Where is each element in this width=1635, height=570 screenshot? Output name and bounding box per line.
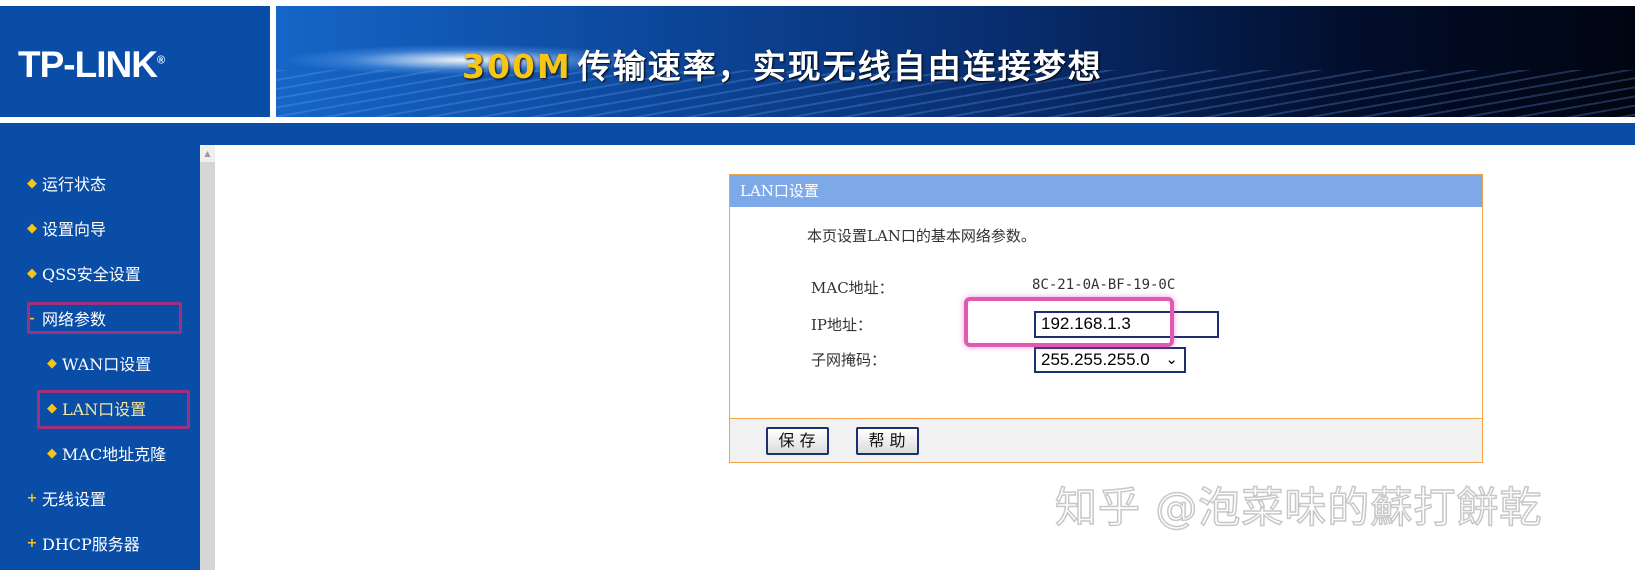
highlight-box-lan <box>37 390 190 429</box>
mac-value: 8C-21-0A-BF-19-0C <box>1032 277 1176 293</box>
sidebar-item-dhcp[interactable]: + DHCP服务器 <box>26 528 140 558</box>
slogan-text: 传输速率，实现无线自由连接梦想 <box>577 47 1103 86</box>
ip-label: IP地址： <box>811 316 873 334</box>
scroll-up-arrow-icon[interactable]: ▲ <box>200 145 215 162</box>
sidebar-item-label: 无线设置 <box>42 490 107 509</box>
subnet-mask-select[interactable]: 255.255.255.0 ⌄ <box>1034 347 1186 373</box>
panel-footer: 保存 帮助 <box>730 418 1482 462</box>
sidebar-scrollbar[interactable] <box>200 145 215 570</box>
header-strip <box>0 123 1635 145</box>
highlight-box-network <box>27 302 182 334</box>
bullet-icon: ◆ <box>27 265 37 281</box>
bullet-icon: ◆ <box>27 220 37 236</box>
logo-text: TP-LINK <box>18 44 158 85</box>
sidebar-item-wireless[interactable]: + 无线设置 <box>26 483 106 513</box>
plus-icon: + <box>26 490 38 506</box>
sidebar-item-label: 设置向导 <box>42 220 107 239</box>
sidebar-item-wizard[interactable]: ◆ 设置向导 <box>26 213 106 243</box>
sidebar-item-label: QSS安全设置 <box>42 265 141 284</box>
watermark: 知乎 @泡菜味的蘇打餅乾 <box>1054 482 1543 533</box>
subnet-mask-label: 子网掩码： <box>811 351 887 369</box>
sidebar: ◆ 运行状态 ◆ 设置向导 ◆ QSS安全设置 - 网络参数 ◆ WAN口设置 … <box>0 145 200 570</box>
chevron-down-icon: ⌄ <box>1165 351 1178 368</box>
sidebar-item-mac-clone[interactable]: ◆ MAC地址克隆 <box>46 438 166 468</box>
bullet-icon: ◆ <box>47 445 57 461</box>
panel-description: 本页设置LAN口的基本网络参数。 <box>807 227 1036 245</box>
sidebar-item-status[interactable]: ◆ 运行状态 <box>26 168 106 198</box>
banner: 300M 传输速率，实现无线自由连接梦想 <box>276 6 1635 117</box>
sidebar-item-label: WAN口设置 <box>62 355 152 374</box>
save-button[interactable]: 保存 <box>766 427 829 455</box>
logo-box: TP-LINK® <box>0 6 270 117</box>
panel-title: LAN口设置 <box>730 175 1482 207</box>
sidebar-item-qss[interactable]: ◆ QSS安全设置 <box>26 258 141 288</box>
sidebar-item-wan[interactable]: ◆ WAN口设置 <box>46 348 151 378</box>
sidebar-item-label: MAC地址克隆 <box>62 445 167 464</box>
sidebar-item-label: DHCP服务器 <box>42 535 140 554</box>
subnet-mask-value: 255.255.255.0 <box>1041 350 1150 369</box>
registered-mark: ® <box>156 54 165 67</box>
panel-body: 本页设置LAN口的基本网络参数。 MAC地址： 8C-21-0A-BF-19-0… <box>730 207 1482 418</box>
header: TP-LINK® 300M 传输速率，实现无线自由连接梦想 <box>0 0 1635 123</box>
plus-icon: + <box>26 535 38 551</box>
bullet-icon: ◆ <box>47 355 57 371</box>
highlight-box-ip <box>964 297 1174 347</box>
sidebar-item-label: 运行状态 <box>42 175 107 194</box>
slogan-speed: 300M <box>462 47 572 86</box>
mac-label: MAC地址： <box>811 279 894 297</box>
help-button[interactable]: 帮助 <box>856 427 919 455</box>
banner-slogan: 300M 传输速率，实现无线自由连接梦想 <box>462 40 1103 88</box>
content-corner <box>215 145 285 200</box>
lan-settings-panel: LAN口设置 本页设置LAN口的基本网络参数。 MAC地址： 8C-21-0A-… <box>729 174 1483 463</box>
bullet-icon: ◆ <box>27 175 37 191</box>
tp-link-logo: TP-LINK® <box>18 44 165 86</box>
